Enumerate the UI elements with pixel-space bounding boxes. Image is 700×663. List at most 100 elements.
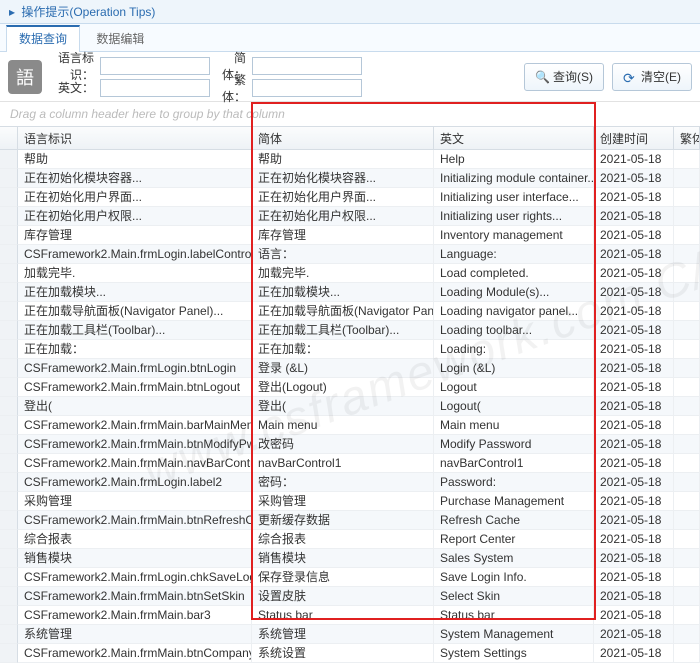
group-by-bar[interactable]: Drag a column header here to group by th… [0,102,700,126]
table-row[interactable]: 正在初始化用户界面...正在初始化用户界面...Initializing use… [0,188,700,207]
row-indicator [0,606,18,625]
row-indicator [0,359,18,378]
cell-simplified: 设置皮肤 [252,587,434,606]
query-button[interactable]: 查询(S) [524,63,604,91]
row-indicator [0,264,18,283]
cell-traditional [674,302,700,321]
cell-language-id: 库存管理 [18,226,252,245]
table-row[interactable]: CSFramework2.Main.frmMain.navBarControl1… [0,454,700,473]
cell-simplified: 登出(Logout) [252,378,434,397]
input-traditional[interactable] [252,79,362,97]
input-english[interactable] [100,79,210,97]
row-indicator [0,378,18,397]
cell-traditional [674,188,700,207]
cell-create-time: 2021-05-18 [594,359,674,378]
cell-english: Sales System [434,549,594,568]
cell-language-id: 正在加载工具栏(Toolbar)... [18,321,252,340]
cell-create-time: 2021-05-18 [594,492,674,511]
table-row[interactable]: 库存管理库存管理Inventory management2021-05-18 [0,226,700,245]
cell-english: System Settings [434,644,594,663]
table-row[interactable]: 综合报表综合报表Report Center2021-05-18 [0,530,700,549]
cell-language-id: 系统管理 [18,625,252,644]
row-indicator [0,188,18,207]
cell-english: Logout [434,378,594,397]
cell-create-time: 2021-05-18 [594,549,674,568]
table-row[interactable]: CSFramework2.Main.frmMain.barMainMenuMai… [0,416,700,435]
input-language-id[interactable] [100,57,210,75]
table-row[interactable]: 登出(登出(Logout(2021-05-18 [0,397,700,416]
table-row[interactable]: CSFramework2.Main.frmMain.btnSetSkin设置皮肤… [0,587,700,606]
cell-simplified: 登出( [252,397,434,416]
table-row[interactable]: 销售模块销售模块Sales System2021-05-18 [0,549,700,568]
table-row[interactable]: CSFramework2.Main.frmLogin.label2密码：Pass… [0,473,700,492]
cell-traditional [674,568,700,587]
cell-simplified: 正在初始化模块容器... [252,169,434,188]
table-row[interactable]: CSFramework2.Main.frmLogin.btnLogin登录 (&… [0,359,700,378]
row-indicator [0,587,18,606]
cell-create-time: 2021-05-18 [594,150,674,169]
row-indicator [0,169,18,188]
cell-english: Language: [434,245,594,264]
cell-english: Password: [434,473,594,492]
table-row[interactable]: 正在加载工具栏(Toolbar)...正在加载工具栏(Toolbar)...Lo… [0,321,700,340]
col-language-id[interactable]: 语言标识 [18,127,252,149]
table-row[interactable]: CSFramework2.Main.frmMain.btnCompany系统设置… [0,644,700,663]
cell-traditional [674,587,700,606]
table-row[interactable]: 正在加载导航面板(Navigator Panel)...正在加载导航面板(Nav… [0,302,700,321]
table-row[interactable]: CSFramework2.Main.frmLogin.chkSaveLoginI… [0,568,700,587]
table-row[interactable]: CSFramework2.Main.frmMain.btnLogout登出(Lo… [0,378,700,397]
cell-language-id: 销售模块 [18,549,252,568]
row-indicator [0,435,18,454]
row-indicator [0,644,18,663]
cell-simplified: Status bar [252,606,434,625]
col-traditional[interactable]: 繁体 [674,127,700,149]
table-row[interactable]: CSFramework2.Main.frmLogin.labelControl4… [0,245,700,264]
cell-traditional [674,169,700,188]
cell-create-time: 2021-05-18 [594,169,674,188]
table-row[interactable]: 加载完毕.加载完毕.Load completed.2021-05-18 [0,264,700,283]
cell-traditional [674,492,700,511]
clear-button[interactable]: 清空(E) [612,63,692,91]
cell-english: Loading navigator panel... [434,302,594,321]
cell-create-time: 2021-05-18 [594,302,674,321]
tab-data-query[interactable]: 数据查询 [6,25,80,52]
row-indicator [0,245,18,264]
col-simplified[interactable]: 简体 [252,127,434,149]
cell-simplified: 正在加载： [252,340,434,359]
cell-english: Initializing module container... [434,169,594,188]
table-row[interactable]: 正在加载模块...正在加载模块...Loading Module(s)...20… [0,283,700,302]
cell-english: Inventory management [434,226,594,245]
cell-language-id: CSFramework2.Main.frmMain.btnLogout [18,378,252,397]
label-traditional: 繁体： [216,71,246,105]
cell-create-time: 2021-05-18 [594,226,674,245]
cell-language-id: CSFramework2.Main.frmMain.btnModifyPwd [18,435,252,454]
cell-language-id: 加载完毕. [18,264,252,283]
cell-language-id: CSFramework2.Main.frmLogin.labelControl4 [18,245,252,264]
row-indicator [0,549,18,568]
table-row[interactable]: 正在初始化模块容器...正在初始化模块容器...Initializing mod… [0,169,700,188]
tab-data-edit[interactable]: 数据编辑 [83,25,157,52]
cell-traditional [674,644,700,663]
table-row[interactable]: 正在加载：正在加载：Loading:2021-05-18 [0,340,700,359]
table-row[interactable]: 采购管理采购管理Purchase Management2021-05-18 [0,492,700,511]
grid-body[interactable]: 帮助帮助Help2021-05-18正在初始化模块容器...正在初始化模块容器.… [0,150,700,663]
table-row[interactable]: CSFramework2.Main.frmMain.btnModifyPwd改密… [0,435,700,454]
table-row[interactable]: 系统管理系统管理System Management2021-05-18 [0,625,700,644]
cell-language-id: CSFramework2.Main.frmLogin.btnLogin [18,359,252,378]
table-row[interactable]: 正在初始化用户权限...正在初始化用户权限...Initializing use… [0,207,700,226]
table-row[interactable]: 帮助帮助Help2021-05-18 [0,150,700,169]
cell-traditional [674,245,700,264]
cell-simplified: 正在初始化用户权限... [252,207,434,226]
cell-create-time: 2021-05-18 [594,264,674,283]
cell-simplified: 正在加载模块... [252,283,434,302]
cell-traditional [674,435,700,454]
col-english[interactable]: 英文 [434,127,594,149]
table-row[interactable]: CSFramework2.Main.frmMain.bar3Status bar… [0,606,700,625]
table-row[interactable]: CSFramework2.Main.frmMain.btnRefreshCach… [0,511,700,530]
operation-tips-bar[interactable]: ▸ 操作提示(Operation Tips) [0,0,700,24]
cell-simplified: 密码： [252,473,434,492]
cell-language-id: CSFramework2.Main.frmLogin.label2 [18,473,252,492]
input-simplified[interactable] [252,57,362,75]
expand-icon[interactable]: ▸ [6,0,18,24]
col-create-time[interactable]: 创建时间 [594,127,674,149]
